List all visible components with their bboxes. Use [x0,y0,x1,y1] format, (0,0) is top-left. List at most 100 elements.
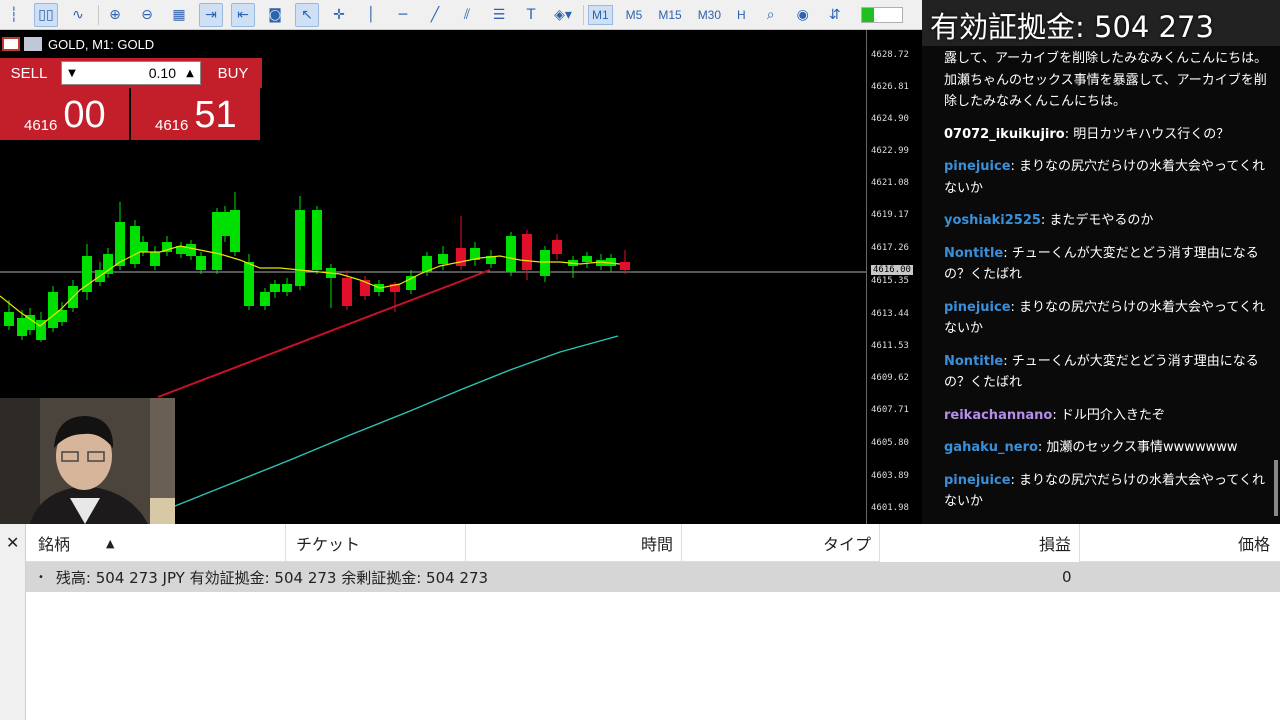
chat-messages: 露して、アーカイブを削除したみなみくんこんにちは。加瀬ちゃんのセックス事情を暴露… [922,46,1280,513]
shapes-icon[interactable]: ◈▾ [551,3,575,27]
price-tick: 4601.98 [871,503,909,513]
auto-scroll-icon[interactable]: ⇥ [199,2,223,27]
vertical-line-icon[interactable]: │ [359,3,383,27]
chat-text: : 明日カツキハウス行くの？ [1064,126,1230,142]
price-tick: 4613.44 [871,309,909,319]
fibonacci-icon[interactable]: ☰ [487,3,511,27]
signal-icon[interactable]: ⇵ [823,3,847,27]
buy-price-button[interactable]: 4616 51 [131,88,260,140]
sell-price-suffix: 00 [63,94,106,136]
price-axis: 4628.72 4626.81 4624.90 4622.99 4621.08 4619.… [866,30,922,524]
bullet-icon: • [38,571,44,583]
bar-chart-icon[interactable]: ┆ [2,3,26,27]
col-price[interactable]: 価格 [1080,524,1280,562]
chat-message: 露して、アーカイブを削除したみなみくんこんにちは。加瀬ちゃんのセックス事情を暴露… [944,48,1274,113]
terminal-panel: ✕ 銘柄 ▲ チケット 時間 タイプ 損益 価格 • 残高: 504 273 J… [0,524,1280,720]
lot-input[interactable]: ▼ 0.10 ▲ [61,61,201,85]
chat-username[interactable]: Nontitle [944,246,1003,261]
chat-username[interactable]: yoshiaki2525 [944,213,1041,228]
channel-icon[interactable]: ⫽ [455,3,479,27]
trendline-icon[interactable]: ╱ [423,3,447,27]
zoom-in-icon[interactable]: ⊕ [103,3,127,27]
lot-decrease-icon[interactable]: ▼ [62,68,82,79]
text-icon[interactable]: T [519,3,543,27]
price-tick: 4626.81 [871,82,909,92]
candlestick-icon[interactable]: ▯▯ [34,2,58,27]
lot-value[interactable]: 0.10 [82,65,180,81]
sell-price-button[interactable]: 4616 00 [0,88,129,140]
timeframe-m5[interactable]: M5 [623,6,646,24]
price-tick: 4617.26 [871,243,909,253]
price-tick: 4607.71 [871,405,909,415]
candle-body [522,234,532,270]
price-tick: 4611.53 [871,341,909,351]
chat-username[interactable]: pinejuice [944,473,1011,488]
col-symbol[interactable]: 銘柄 ▲ [26,524,286,562]
connection-status-bar [860,6,903,23]
candle-body [582,256,592,262]
chat-message: gahaku_nero: 加瀬のセックス事情wwwwwww [944,437,1274,459]
candle-body [138,242,148,252]
candle-body [196,256,206,270]
chat-scrollbar[interactable] [1274,460,1278,516]
chat-overlay: 有効証拠金: 504 273 露して、アーカイブを削除したみなみくんこんにちは。… [922,0,1280,524]
balance-row[interactable]: • 残高: 504 273 JPY 有効証拠金: 504 273 余剰証拠金: … [26,562,1280,592]
price-tick: 4619.17 [871,210,909,220]
toolbar-divider [583,4,584,25]
buy-price-suffix: 51 [194,94,237,136]
chart-shift-icon[interactable]: ⇤ [231,2,255,27]
zoom-out-icon[interactable]: ⊖ [135,3,159,27]
timeframe-m1[interactable]: M1 [588,4,613,25]
balance-summary: 残高: 504 273 JPY 有効証拠金: 504 273 余剰証拠金: 50… [55,568,489,587]
search-icon[interactable]: ⌕ [759,3,783,27]
chat-username[interactable]: pinejuice [944,300,1011,315]
chat-username[interactable]: pinejuice [944,159,1011,174]
col-type[interactable]: タイプ [682,524,880,562]
candle-body [540,250,550,276]
col-profit[interactable]: 損益 [880,524,1080,562]
timeframe-m15[interactable]: M15 [655,6,684,24]
candle-body [438,254,448,264]
chat-text: : ドル円介入きたぞ [1052,407,1165,423]
streamer-video [0,398,175,524]
close-icon[interactable]: ✕ [6,533,19,552]
chat-username[interactable]: Nontitle [944,354,1003,369]
screenshot-icon[interactable]: ◙ [263,3,287,27]
price-tick: 4615.35 [871,276,909,286]
candle-body [244,262,254,306]
current-price-tick: 4616.00 [871,265,913,275]
price-tick: 4624.90 [871,114,909,124]
sort-asc-icon: ▲ [106,536,115,550]
buy-button[interactable]: BUY [204,58,262,88]
chat-username[interactable]: reikachannano [944,408,1052,423]
lot-increase-icon[interactable]: ▲ [180,68,200,79]
trend-line [157,269,491,398]
account-icon[interactable]: ◉ [791,3,815,27]
crosshair-icon[interactable]: ✛ [327,3,351,27]
price-tick: 4622.99 [871,146,909,156]
candle-body [186,244,196,256]
candle-body [115,222,125,266]
candle-body [82,256,92,292]
col-ticket[interactable]: チケット [286,524,466,562]
price-tick: 4609.62 [871,373,909,383]
chat-message: Nontitle: チューくんが大変だとどう消す理由になるの？くたばれ [944,243,1274,286]
sell-button[interactable]: SELL [0,58,58,88]
candle-body [606,258,616,266]
col-time[interactable]: 時間 [466,524,682,562]
timeframe-h[interactable]: H [734,6,749,24]
cursor-icon[interactable]: ↖ [295,2,319,27]
candle-body [620,262,630,270]
candle-body [312,210,322,270]
toolbar-divider [98,4,99,25]
horizontal-line-icon[interactable]: ─ [391,3,415,27]
grid-icon[interactable]: ▦ [167,3,191,27]
chat-username[interactable]: gahaku_nero [944,440,1038,455]
chat-message: 07072_ikuikujiro: 明日カツキハウス行くの？ [944,124,1274,146]
timeframe-m30[interactable]: M30 [695,6,724,24]
candle-body [342,278,352,306]
chat-text: 露して、アーカイブを削除したみなみくんこんにちは。加瀬ちゃんのセックス事情を暴露… [944,51,1268,109]
candle-body [552,240,562,254]
chat-username[interactable]: 07072_ikuikujiro [944,127,1065,142]
line-chart-icon[interactable]: ∿ [66,3,90,27]
